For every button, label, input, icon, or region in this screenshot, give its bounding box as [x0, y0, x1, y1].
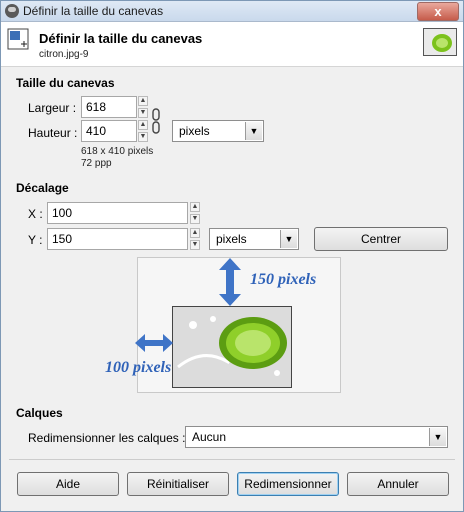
image-thumbnail [423, 28, 457, 56]
title-bar: Définir la taille du canevas x [1, 1, 463, 22]
x-spinner[interactable]: ▲ ▼ [190, 202, 200, 224]
lime-image [172, 306, 292, 388]
chevron-down-icon: ▼ [245, 122, 262, 140]
y-label: Y : [28, 233, 43, 247]
resize-layers-label: Redimensionner les calques : [28, 431, 186, 445]
vertical-offset-arrow-icon [219, 258, 241, 306]
x-label: X : [28, 207, 43, 221]
layers-section: Calques [16, 406, 63, 420]
offset-section: Décalage [16, 181, 69, 195]
canvas-size-section: Taille du canevas [16, 76, 115, 90]
cancel-button[interactable]: Annuler [347, 472, 449, 496]
reset-button[interactable]: Réinitialiser [127, 472, 229, 496]
header-subtitle: citron.jpg-9 [39, 49, 89, 60]
height-spinner[interactable]: ▲ ▼ [138, 120, 148, 142]
horizontal-offset-annotation: 100 pixels [105, 359, 172, 376]
close-button[interactable]: x [417, 2, 459, 21]
canvas-size-icon [7, 28, 29, 50]
horizontal-offset-arrow-icon [135, 334, 173, 352]
size-unit-value: pixels [179, 124, 210, 138]
width-label: Largeur : [28, 101, 77, 115]
resize-layers-select[interactable]: Aucun ▼ [185, 426, 448, 448]
width-field[interactable]: 618 [81, 96, 137, 118]
center-button[interactable]: Centrer [314, 227, 448, 251]
offset-unit-value: pixels [216, 232, 247, 246]
x-field[interactable]: 100 [47, 202, 188, 224]
divider [9, 459, 455, 460]
resize-button[interactable]: Redimensionner [237, 472, 339, 496]
vertical-offset-annotation: 150 pixels [250, 271, 317, 288]
chain-link-icon[interactable] [151, 108, 161, 134]
help-button[interactable]: Aide [17, 472, 119, 496]
gimp-icon [5, 4, 19, 18]
size-info-pixels: 618 x 410 pixels [81, 146, 154, 157]
chevron-down-icon: ▼ [429, 428, 446, 446]
chevron-down-icon: ▼ [280, 230, 297, 248]
header-title: Définir la taille du canevas [39, 31, 203, 46]
width-spinner[interactable]: ▲ ▼ [138, 96, 148, 118]
height-field[interactable]: 410 [81, 120, 137, 142]
size-unit-select[interactable]: pixels ▼ [172, 120, 264, 142]
y-field[interactable]: 150 [47, 228, 188, 250]
window-title: Définir la taille du canevas [23, 4, 164, 18]
offset-unit-select[interactable]: pixels ▼ [209, 228, 299, 250]
dialog-window: Définir la taille du canevas x Définir l… [0, 0, 464, 512]
dialog-header: Définir la taille du canevas citron.jpg-… [1, 22, 463, 67]
height-label: Hauteur : [28, 126, 78, 140]
y-spinner[interactable]: ▲ ▼ [190, 228, 200, 250]
size-info-ppp: 72 ppp [81, 158, 112, 169]
resize-layers-value: Aucun [192, 430, 227, 444]
